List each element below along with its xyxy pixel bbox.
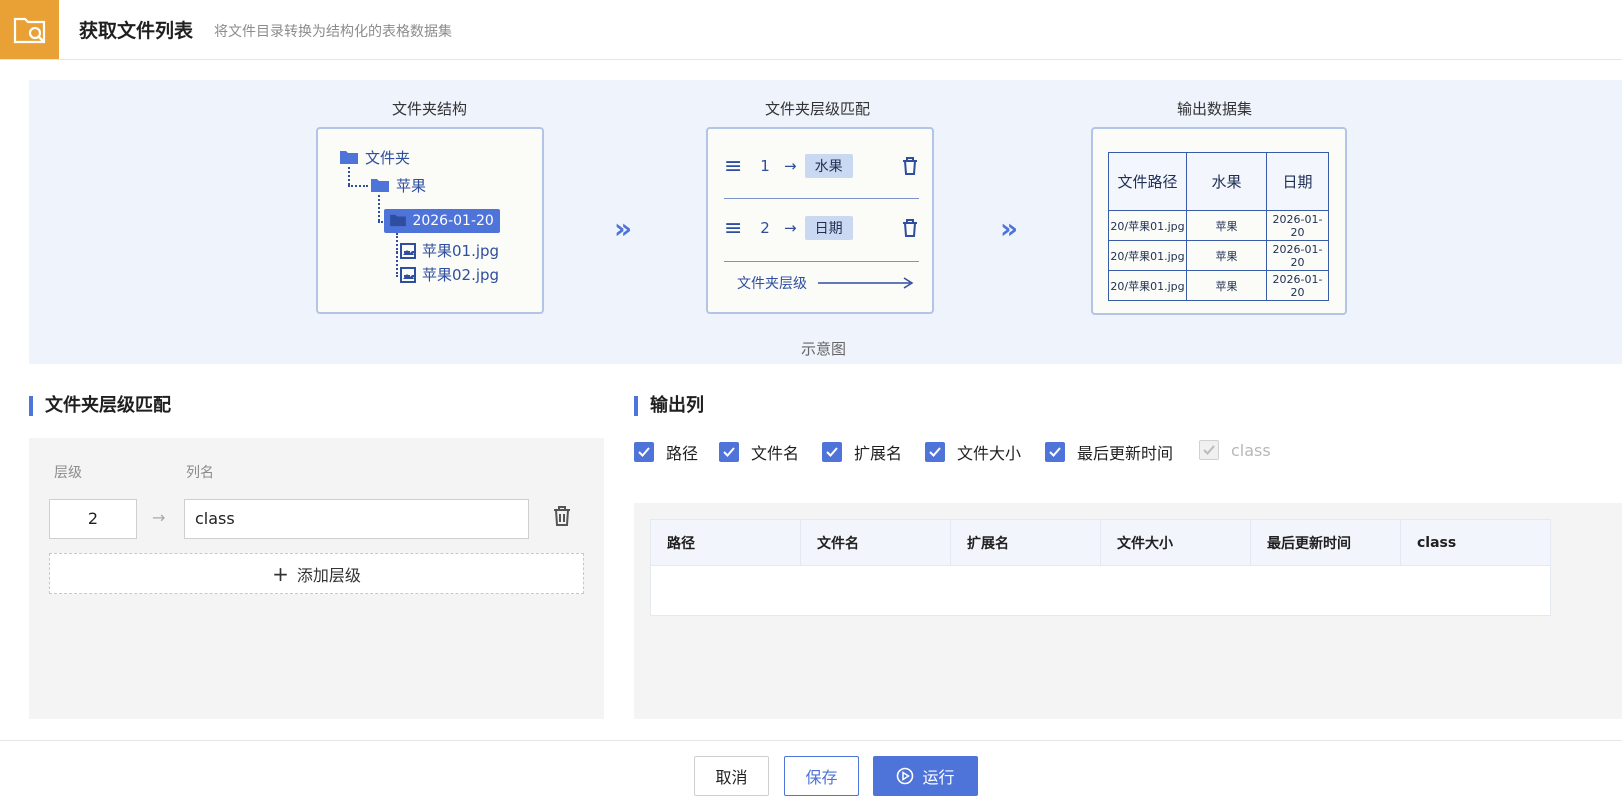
out-header: 日期 [1266,152,1329,211]
column-header: 文件名 [800,519,951,566]
tree-root-label: 文件夹 [365,149,411,167]
mapping-level: 2 [760,219,770,237]
folder-icon [371,179,389,192]
tree-file2-label: 苹果02.jpg [422,266,500,284]
tree-selected-folder: 2026-01-20 [384,209,500,233]
diagram-folder-tree: 文件夹 苹果 2026-01-20 苹果01.jpg 苹果02.jpg [316,127,544,314]
image-file-icon [400,267,416,283]
diagram-output-table: 文件路径 水果 日期 20/苹果01.jpg 苹果 2026-01-20 20/… [1108,152,1329,301]
double-chevron-right-icon: » [1000,212,1019,245]
diagram-panel-title-structure: 文件夹结构 [392,100,468,118]
save-button[interactable]: 保存 [784,756,859,796]
checkbox-filesize[interactable]: 文件大小 [925,440,1021,464]
trash-icon [903,219,917,237]
checkbox-label: 路径 [666,444,699,463]
check-icon [1045,442,1065,462]
out-cell: 20/苹果01.jpg [1108,240,1187,271]
out-header: 文件路径 [1108,152,1187,211]
tree-child-label: 苹果 [396,177,427,195]
add-level-button[interactable]: + 添加层级 [49,553,584,594]
mapping-tag: 水果 [804,154,853,178]
cancel-button[interactable]: 取消 [694,756,769,796]
level-input[interactable]: 2 [49,499,137,539]
out-cell: 苹果 [1186,270,1267,301]
diagram-panel-title-mapping: 文件夹层级匹配 [765,100,871,118]
folder-search-icon [0,0,59,59]
output-preview-table: 路径 文件名 扩展名 文件大小 最后更新时间 class [650,519,1551,616]
long-arrow-right-icon [818,277,914,289]
checkbox-label: 扩展名 [854,444,903,463]
mapping-axis-label: 文件夹层级 [737,276,807,292]
diagram-output-dataset: 文件路径 水果 日期 20/苹果01.jpg 苹果 2026-01-20 20/… [1091,127,1347,315]
tree-file1-label: 苹果01.jpg [422,242,500,260]
arrow-right-icon: → [152,508,166,527]
mapping-tag: 日期 [804,216,853,240]
diagram-panel-title-output: 输出数据集 [1177,100,1253,118]
column-name-input[interactable]: class [184,499,529,539]
out-cell: 2026-01-20 [1266,270,1329,301]
out-cell: 苹果 [1186,210,1267,241]
run-label: 运行 [922,768,955,787]
section-title-level-mapping: 文件夹层级匹配 [29,396,171,416]
column-header: 路径 [650,519,801,566]
checkbox-path[interactable]: 路径 [634,440,698,464]
page-subtitle: 将文件目录转换为结构化的表格数据集 [214,24,452,40]
play-circle-icon [897,767,914,785]
double-chevron-right-icon: » [614,212,633,245]
table-row [650,565,1551,616]
out-cell: 2026-01-20 [1266,210,1329,241]
drag-handle-icon: ≡ [724,215,743,241]
arrow-right-icon: → [784,157,797,175]
folder-icon [340,151,358,164]
diagram-level-mapping: ≡ 1 → 水果 ≡ 2 → 日期 文件夹层级 [706,127,934,314]
checkbox-label: 文件大小 [957,444,1022,463]
label-column-name: 列名 [186,465,214,481]
column-header: class [1400,519,1551,566]
checkbox-filename[interactable]: 文件名 [719,440,799,464]
empty-cell [650,565,1551,616]
checkbox-extension[interactable]: 扩展名 [822,440,902,464]
column-header: 文件大小 [1100,519,1251,566]
folder-icon [390,214,406,227]
checkbox-label: class [1231,440,1271,460]
trash-icon [554,506,570,526]
check-icon [634,442,654,462]
out-cell: 20/苹果01.jpg [1108,270,1187,301]
drag-handle-icon: ≡ [724,153,743,179]
add-level-label: 添加层级 [296,565,361,585]
delete-level-button[interactable] [552,505,574,531]
checkbox-label: 最后更新时间 [1077,444,1174,463]
column-header: 扩展名 [950,519,1101,566]
label-level: 层级 [54,465,82,481]
tree-selected-label: 2026-01-20 [412,213,494,229]
checkbox-class: class [1199,440,1271,460]
mapping-level: 1 [760,157,770,175]
out-cell: 20/苹果01.jpg [1108,210,1187,241]
section-title-output-columns: 输出列 [634,396,704,416]
out-header: 水果 [1186,152,1267,211]
header: 获取文件列表 将文件目录转换为结构化的表格数据集 [0,0,1622,60]
out-cell: 苹果 [1186,240,1267,271]
checkbox-label: 文件名 [751,444,800,463]
column-header: 最后更新时间 [1250,519,1401,566]
out-cell: 2026-01-20 [1266,240,1329,271]
diagram-mapping-row: ≡ 1 → 水果 [724,151,919,181]
check-icon [719,442,739,462]
checkbox-last-modified[interactable]: 最后更新时间 [1045,440,1173,464]
page-title: 获取文件列表 [79,20,194,42]
diagram-caption: 示意图 [801,340,847,358]
arrow-right-icon: → [784,219,797,237]
check-icon [822,442,842,462]
check-icon [1199,440,1219,460]
image-file-icon [400,243,416,259]
run-button[interactable]: 运行 [873,756,978,796]
trash-icon [903,157,917,175]
plus-icon: + [272,561,289,586]
check-icon [925,442,945,462]
diagram-mapping-row: ≡ 2 → 日期 [724,213,919,243]
